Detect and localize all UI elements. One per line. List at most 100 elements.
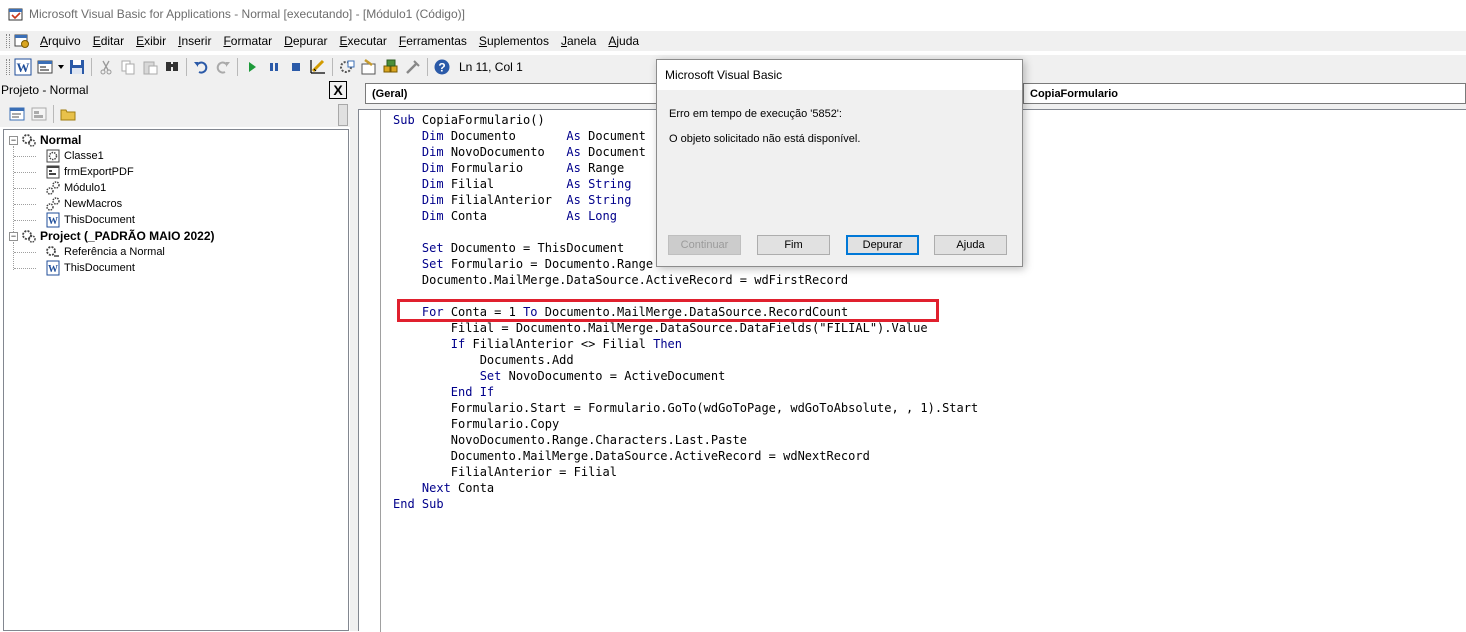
procedure-combo[interactable]: CopiaFormulario (1023, 83, 1466, 104)
menu-arquivo[interactable]: Arquivo (36, 34, 89, 48)
help-button[interactable]: Ajuda (934, 235, 1007, 255)
code-keyword: Dim (421, 129, 451, 143)
toolbox-button[interactable] (402, 56, 424, 78)
menu-janela[interactable]: Janela (557, 34, 604, 48)
project-explorer-button[interactable] (336, 56, 358, 78)
collapse-icon[interactable]: − (9, 135, 18, 145)
properties-button[interactable] (358, 56, 380, 78)
word-icon: W (14, 58, 32, 76)
code-line[interactable]: FilialAnterior = Filial (393, 464, 978, 480)
find-icon (166, 62, 178, 71)
paste-button[interactable] (139, 56, 161, 78)
copy-button[interactable] (117, 56, 139, 78)
code-line[interactable]: Documento.MailMerge.DataSource.ActiveRec… (393, 272, 978, 288)
code-line[interactable]: Formulario.Start = Formulario.GoTo(wdGoT… (393, 400, 978, 416)
view-object-button[interactable] (28, 104, 50, 124)
menubar-grip[interactable] (6, 34, 10, 48)
view-code-icon (9, 107, 25, 121)
help-button[interactable]: ? (431, 56, 453, 78)
menu-suplementos[interactable]: Suplementos (475, 34, 557, 48)
code-line[interactable]: Set NovoDocumento = ActiveDocument (393, 368, 978, 384)
code-margin-indicator-bar[interactable] (359, 110, 381, 632)
view-code-button[interactable] (6, 104, 28, 124)
help-icon: ? (434, 59, 450, 75)
tree-item-frmexportpdf[interactable]: frmExportPDF (45, 164, 134, 180)
code-line[interactable]: NovoDocumento.Range.Characters.Last.Past… (393, 432, 978, 448)
code-token: Formulario = Documento.Range (450, 257, 654, 271)
insert-userform-button[interactable] (34, 56, 56, 78)
menu-ferramentas[interactable]: Ferramentas (395, 34, 475, 48)
tree-item-thisdocument[interactable]: W ThisDocument (45, 212, 135, 228)
insert-dropdown-button[interactable] (56, 56, 66, 78)
code-line[interactable]: Documents.Add (393, 352, 978, 368)
cut-button[interactable] (95, 56, 117, 78)
code-keyword: As (566, 145, 589, 159)
tree-item-modulo1[interactable]: Módulo1 (45, 180, 106, 196)
tree-item-classe1[interactable]: Classe1 (45, 148, 104, 164)
redo-icon (216, 61, 230, 74)
continue-button[interactable]: Continuar (668, 235, 741, 255)
tree-item-project-padrao[interactable]: − Project (_PADRÃO MAIO 2022) (9, 228, 215, 244)
class-module-icon (46, 149, 60, 163)
run-button[interactable] (241, 56, 263, 78)
debug-button[interactable]: Depurar (846, 235, 919, 255)
toolbar-separator (91, 58, 92, 76)
collapse-icon[interactable]: − (9, 231, 18, 241)
copy-icon (121, 60, 135, 75)
redo-button[interactable] (212, 56, 234, 78)
object-browser-button[interactable] (380, 56, 402, 78)
view-object-icon (31, 107, 47, 121)
vba-window-icon[interactable] (14, 33, 30, 49)
menu-formatar[interactable]: Formatar (219, 34, 280, 48)
break-button[interactable] (263, 56, 285, 78)
toolbar-grip[interactable] (6, 59, 10, 75)
code-keyword: Dim (421, 145, 451, 159)
tree-item-label: Módulo1 (64, 182, 107, 194)
menu-exibir[interactable]: Exibir (132, 34, 174, 48)
pane-splitter[interactable] (350, 79, 358, 631)
toolbar-scroll-handle[interactable] (338, 104, 348, 126)
tree-item-newmacros[interactable]: NewMacros (45, 196, 122, 212)
toggle-folders-button[interactable] (57, 104, 79, 124)
svg-text:W: W (48, 264, 58, 275)
code-line[interactable]: Next Conta (393, 480, 978, 496)
code-line[interactable]: End If (393, 384, 978, 400)
code-line[interactable]: End Sub (393, 496, 978, 512)
close-icon[interactable]: X (329, 81, 347, 99)
menu-executar[interactable]: Executar (336, 34, 395, 48)
code-line[interactable]: Formulario.Copy (393, 416, 978, 432)
tree-item-referencia-normal[interactable]: Referência a Normal (45, 244, 165, 260)
code-token: NovoDocumento.Range.Characters.Last.Past… (393, 433, 748, 447)
code-token: Documento.MailMerge.DataSource.ActiveRec… (393, 273, 849, 287)
reset-button[interactable] (285, 56, 307, 78)
code-line[interactable]: Documento.MailMerge.DataSource.ActiveRec… (393, 448, 978, 464)
end-button[interactable]: Fim (757, 235, 830, 255)
code-line[interactable]: If FilialAnterior <> Filial Then (393, 336, 978, 352)
word-button[interactable]: W (12, 56, 34, 78)
code-keyword: Next (421, 481, 459, 495)
tree-item-normal[interactable]: − Normal (9, 132, 81, 148)
save-button[interactable] (66, 56, 88, 78)
code-token: Formulario.Copy (393, 417, 560, 431)
menu-inserir[interactable]: Inserir (174, 34, 219, 48)
find-button[interactable] (161, 56, 183, 78)
code-line[interactable]: Filial = Documento.MailMerge.DataSource.… (393, 320, 978, 336)
menu-ajuda[interactable]: Ajuda (604, 34, 647, 48)
tree-connector (13, 242, 14, 270)
menu-editar[interactable]: Editar (89, 34, 132, 48)
tree-connector (14, 220, 36, 221)
toolbar-separator (427, 58, 428, 76)
toolbox-icon (406, 60, 420, 74)
code-token: Filial (450, 177, 567, 191)
design-mode-button[interactable] (307, 56, 329, 78)
tree-item-thisdocument-2[interactable]: W ThisDocument (45, 260, 135, 276)
undo-button[interactable] (190, 56, 212, 78)
menu-depurar[interactable]: Depurar (280, 34, 335, 48)
undo-icon (194, 61, 208, 74)
